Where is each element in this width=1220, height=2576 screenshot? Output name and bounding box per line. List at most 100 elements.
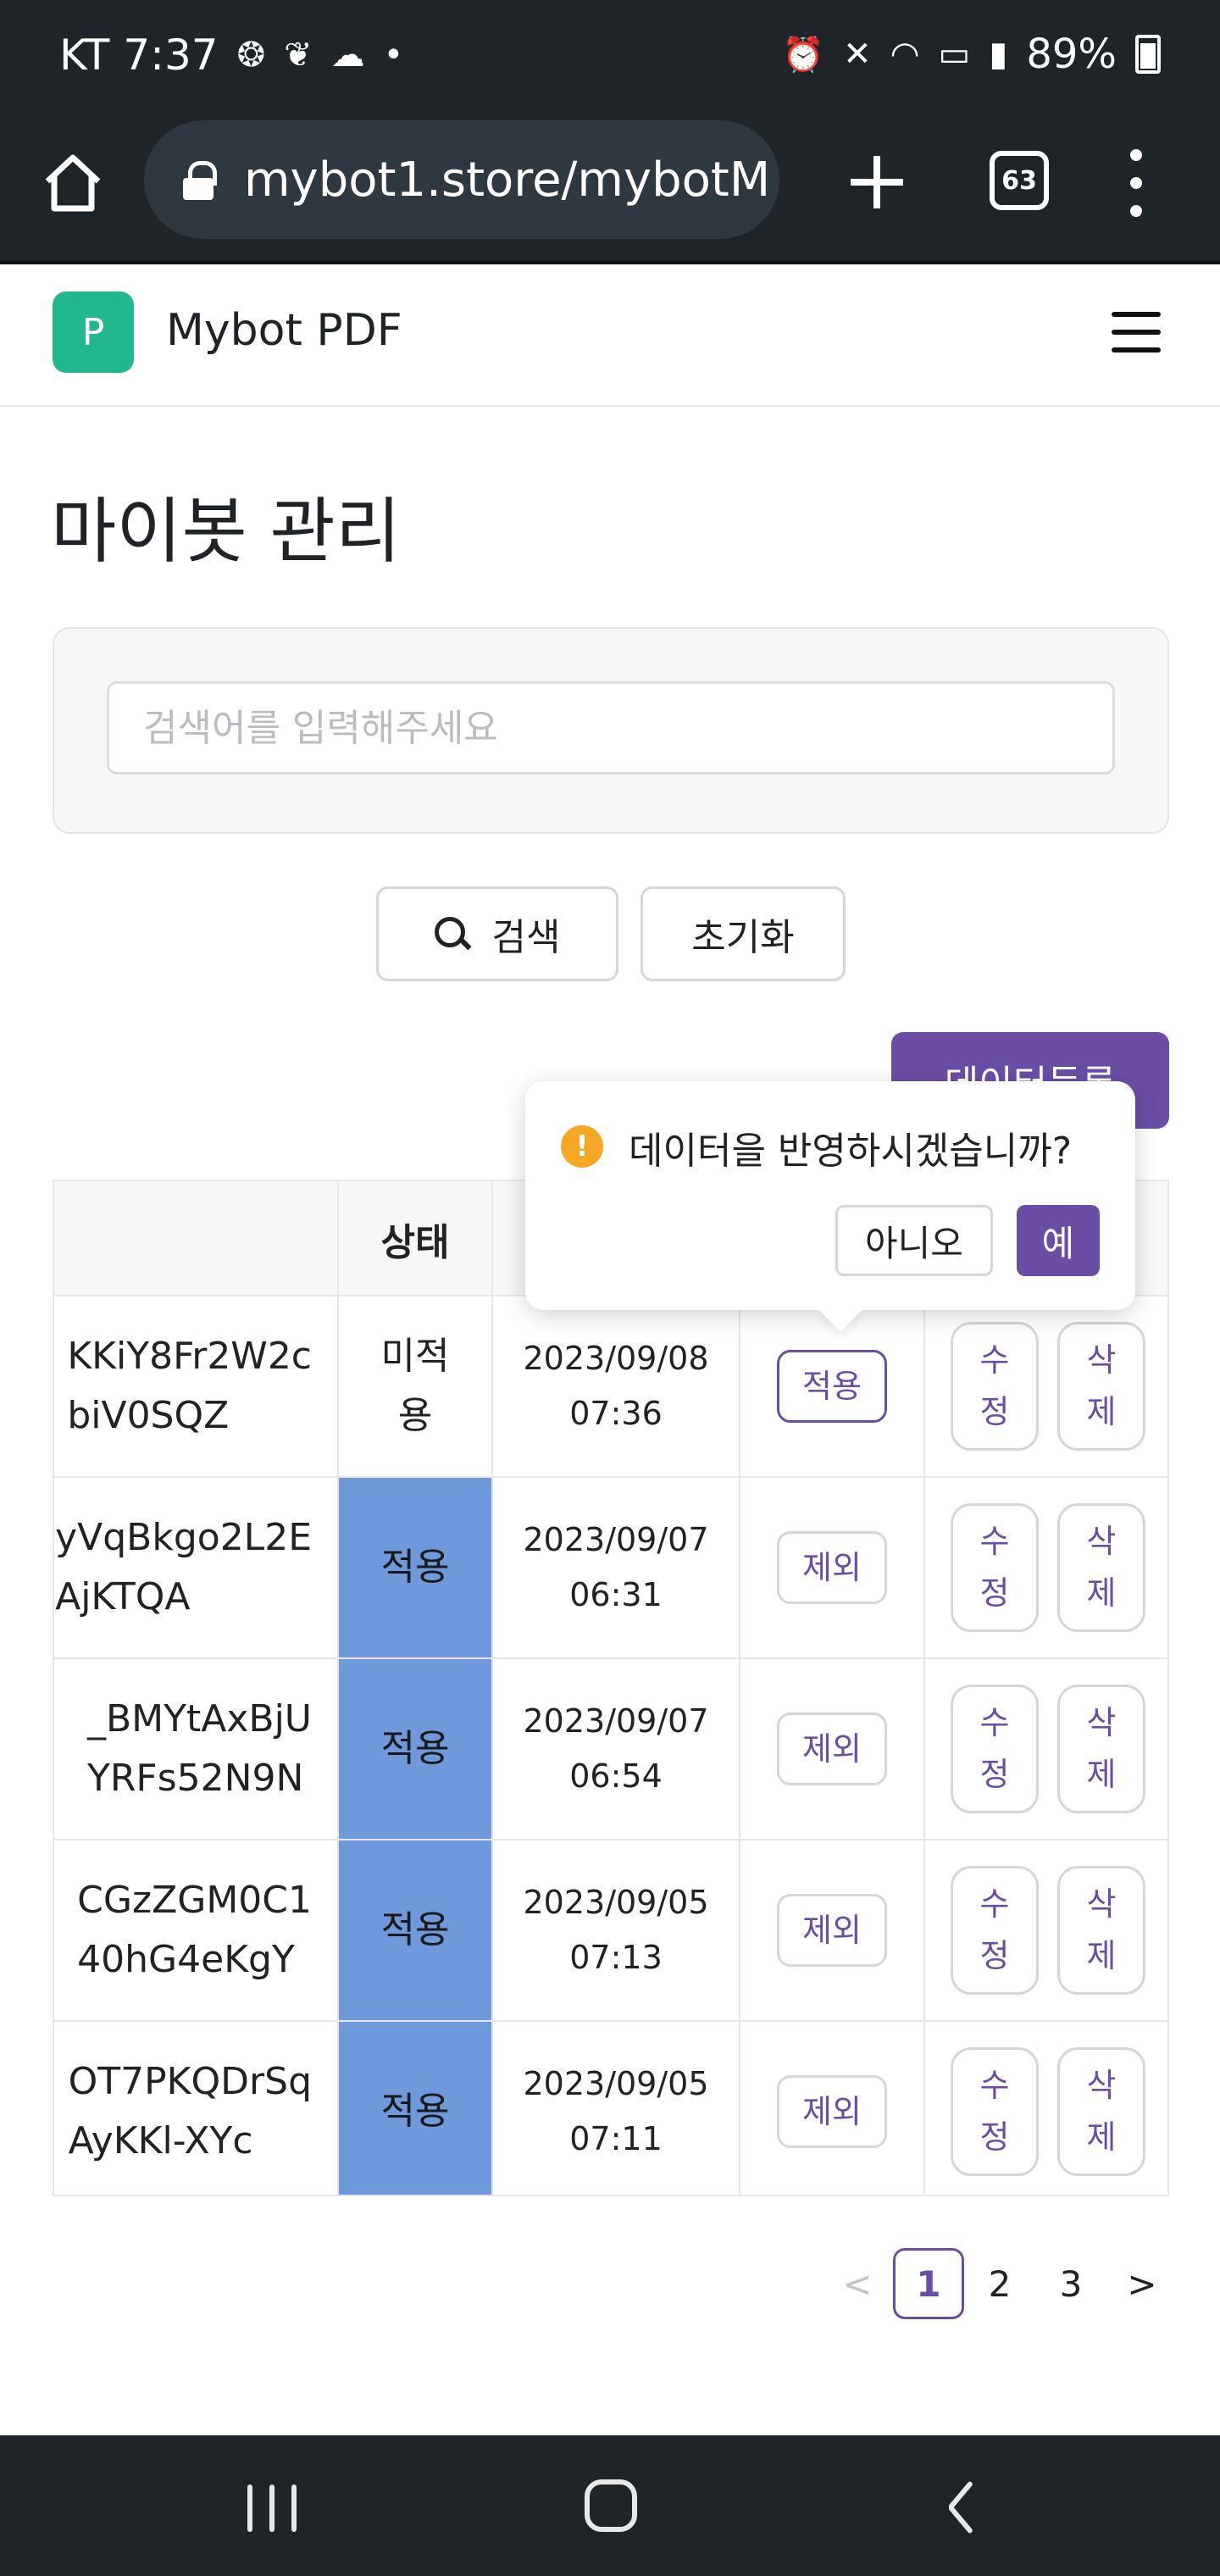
row-date: 2023/09/07 06:31	[493, 1478, 740, 1657]
row-id-cell: yVqBkgo2L2E AjKTQA	[54, 1478, 339, 1657]
row-actions: 수 정 삭 제	[925, 2022, 1167, 2195]
delete-button[interactable]: 삭 제	[1057, 1866, 1145, 1995]
row-date: 2023/09/08 07:36	[493, 1296, 740, 1476]
menu-icon[interactable]	[1112, 312, 1161, 353]
prev-page-button[interactable]: <	[822, 2248, 893, 2319]
dot-icon: •	[383, 36, 404, 75]
row-id: CGzZGM0C1 40hG4eKgY	[77, 1878, 312, 1981]
row-date: 2023/09/05 07:11	[493, 2022, 740, 2195]
edit-button-label: 수 정	[979, 1341, 1010, 1430]
carrier-time: KT 7:37	[59, 31, 219, 80]
url-bar[interactable]: mybot1.store/mybotM	[144, 120, 779, 239]
home-icon[interactable]	[39, 149, 107, 217]
status-right: ⏰ ✕ ◠ ▭ ▮ 89%	[782, 31, 1161, 78]
recents-icon[interactable]	[247, 2484, 297, 2532]
row-toggle-cell: 제외	[740, 1659, 925, 1839]
edit-button-label: 수 정	[979, 1523, 1010, 1612]
row-date-text: 2023/09/05 07:13	[523, 1884, 709, 1976]
pagination: < 1 2 3 >	[822, 2247, 1178, 2320]
table-row: KKiY8Fr2W2c biV0SQZ 미적 용 2023/09/08 07:3…	[54, 1296, 1167, 1478]
wifi-icon: ◠	[890, 35, 920, 74]
confirm-no-button[interactable]: 아니오	[835, 1205, 993, 1276]
edit-button[interactable]: 수 정	[951, 1503, 1039, 1632]
delete-button[interactable]: 삭 제	[1057, 1503, 1145, 1632]
confirm-popover: ! 데이터을 반영하시겠습니까? 아니오 예	[525, 1081, 1135, 1310]
row-actions: 수 정 삭 제	[925, 1478, 1167, 1657]
page-2-button[interactable]: 2	[964, 2248, 1035, 2319]
app-header: P Mybot PDF	[0, 264, 1220, 407]
delete-button[interactable]: 삭 제	[1057, 1685, 1145, 1813]
row-id-cell: KKiY8Fr2W2c biV0SQZ	[54, 1296, 339, 1476]
edit-button[interactable]: 수 정	[951, 1866, 1039, 1995]
cloud-icon: ☁	[330, 36, 365, 75]
row-status: 적용	[339, 2022, 493, 2195]
table-row: CGzZGM0C1 40hG4eKgY 적용 2023/09/05 07:13 …	[54, 1840, 1167, 2022]
page-1-button[interactable]: 1	[893, 2248, 964, 2319]
status-left: KT 7:37 ❂ ❦ ☁ •	[59, 31, 403, 80]
row-date-text: 2023/09/05 07:11	[523, 2065, 709, 2157]
search-button[interactable]: 검색	[376, 886, 618, 981]
leaf-icon: ❦	[284, 36, 313, 75]
tab-switcher-button[interactable]: 63	[990, 151, 1049, 210]
row-toggle-cell: 제외	[740, 2022, 925, 2195]
delete-button-label: 삭 제	[1086, 1341, 1117, 1430]
row-toggle-button[interactable]: 적용	[777, 1350, 887, 1423]
delete-button[interactable]: 삭 제	[1057, 2047, 1145, 2176]
row-toggle-button[interactable]: 제외	[777, 1713, 887, 1785]
row-actions: 수 정 삭 제	[925, 1296, 1167, 1476]
row-toggle-button[interactable]: 제외	[777, 1894, 887, 1967]
new-tab-icon[interactable]	[847, 153, 907, 212]
confirm-message: 데이터을 반영하시겠습니까?	[629, 1130, 1073, 1173]
column-header-status: 상태	[339, 1181, 493, 1296]
edit-button[interactable]: 수 정	[951, 2047, 1039, 2176]
row-id: yVqBkgo2L2E AjKTQA	[55, 1515, 312, 1618]
edit-button[interactable]: 수 정	[951, 1322, 1039, 1451]
search-button-label: 검색	[491, 916, 561, 959]
row-id: BMYtAxBjU_ YRFs52N9N	[86, 1696, 312, 1800]
delete-button[interactable]: 삭 제	[1057, 1322, 1145, 1451]
row-toggle-button[interactable]: 제외	[777, 1531, 887, 1604]
page-3-button[interactable]: 3	[1035, 2248, 1106, 2319]
hd-icon: ▭	[938, 35, 971, 74]
row-id-cell: CGzZGM0C1 40hG4eKgY	[54, 1840, 339, 2020]
warning-icon: !	[561, 1125, 603, 1168]
row-status: 적용	[339, 1478, 493, 1657]
edit-button-label: 수 정	[979, 1704, 1010, 1793]
search-panel	[53, 627, 1169, 834]
row-toggle-button[interactable]: 제외	[777, 2075, 887, 2148]
more-options-icon[interactable]	[1123, 149, 1149, 217]
url-text: mybot1.store/mybotM	[244, 152, 771, 208]
row-status: 적용	[339, 1659, 493, 1839]
row-id: OT7PKQDrSq AyKKl-XYc	[68, 2059, 312, 2162]
battery-percent: 89%	[1026, 31, 1117, 78]
row-id-cell: OT7PKQDrSq AyKKl-XYc	[54, 2022, 339, 2195]
row-date: 2023/09/05 07:13	[493, 1840, 740, 2020]
back-icon[interactable]	[942, 2483, 976, 2534]
battery-icon	[1135, 35, 1161, 74]
confirm-yes-button[interactable]: 예	[1017, 1205, 1100, 1276]
row-status-text: 적용	[380, 1545, 450, 1589]
row-id-cell: BMYtAxBjU_ YRFs52N9N	[54, 1659, 339, 1839]
app-name[interactable]: Mybot PDF	[166, 305, 402, 356]
next-page-button[interactable]: >	[1106, 2248, 1178, 2319]
row-date-text: 2023/09/07 06:54	[523, 1702, 709, 1795]
mute-icon: ✕	[843, 35, 872, 74]
column-header-id	[54, 1181, 339, 1296]
search-icon	[434, 917, 469, 951]
table-row: BMYtAxBjU_ YRFs52N9N 적용 2023/09/07 06:54…	[54, 1659, 1167, 1840]
aperture-icon: ❂	[236, 36, 266, 75]
table-row: yVqBkgo2L2E AjKTQA 적용 2023/09/07 06:31 제…	[54, 1478, 1167, 1659]
delete-button-label: 삭 제	[1086, 2067, 1117, 2156]
search-input[interactable]	[107, 681, 1115, 774]
edit-button-label: 수 정	[979, 1885, 1010, 1974]
status-bar: KT 7:37 ❂ ❦ ☁ • ⏰ ✕ ◠ ▭ ▮ 89%	[0, 0, 1220, 119]
edit-button[interactable]: 수 정	[951, 1685, 1039, 1813]
data-table: 상태 KKiY8Fr2W2c biV0SQZ 미적 용 2023/09/08 0…	[53, 1180, 1169, 2196]
home-nav-icon[interactable]	[585, 2479, 637, 2532]
app-logo[interactable]: P	[53, 291, 134, 373]
reset-button[interactable]: 초기화	[640, 886, 846, 981]
row-actions: 수 정 삭 제	[925, 1659, 1167, 1839]
row-status: 적용	[339, 1840, 493, 2020]
row-status-text: 적용	[380, 1726, 450, 1770]
edit-button-label: 수 정	[979, 2067, 1010, 2156]
